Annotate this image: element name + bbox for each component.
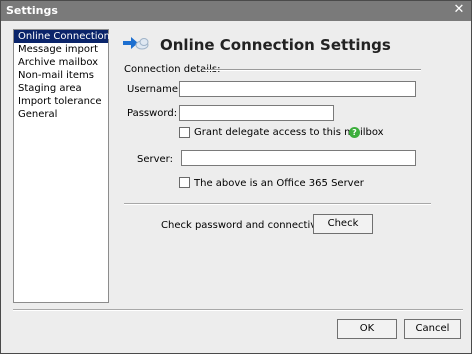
password-input[interactable] [179,105,334,121]
username-label: Username: [127,84,182,95]
title-bar: Settings ✕ [1,1,471,21]
section-divider [204,69,421,71]
password-label: Password: [127,108,178,119]
content-divider [124,203,431,205]
server-input[interactable] [181,150,416,166]
sidebar-item-import-tolerance[interactable]: Import tolerance [14,95,108,108]
office365-label[interactable]: The above is an Office 365 Server [194,178,364,189]
settings-nav-list[interactable]: Online Connection Message import Archive… [13,29,110,303]
close-icon[interactable]: ✕ [451,3,467,17]
sidebar-item-non-mail-items[interactable]: Non-mail items [14,69,108,82]
sidebar-item-staging-area[interactable]: Staging area [14,82,108,95]
check-connectivity-label: Check password and connectivity: [161,220,332,231]
help-icon[interactable]: ? [349,127,360,138]
settings-window: Settings ✕ Online Connection Message imp… [0,0,472,354]
sidebar-item-archive-mailbox[interactable]: Archive mailbox [14,56,108,69]
server-label: Server: [137,154,173,165]
page-title: Online Connection Settings [160,36,391,54]
office365-checkbox[interactable] [179,177,190,188]
delegate-access-checkbox[interactable] [179,127,190,138]
ok-button[interactable]: OK [337,319,397,339]
sidebar-item-message-import[interactable]: Message import [14,43,108,56]
cancel-button[interactable]: Cancel [404,319,461,339]
check-button[interactable]: Check [313,214,373,234]
window-title: Settings [6,4,58,17]
username-input[interactable] [179,81,416,97]
footer-divider [13,309,463,311]
sidebar-item-online-connection[interactable]: Online Connection [14,30,110,43]
sidebar-item-general[interactable]: General [14,108,108,121]
arrow-cloud-icon [123,37,149,50]
